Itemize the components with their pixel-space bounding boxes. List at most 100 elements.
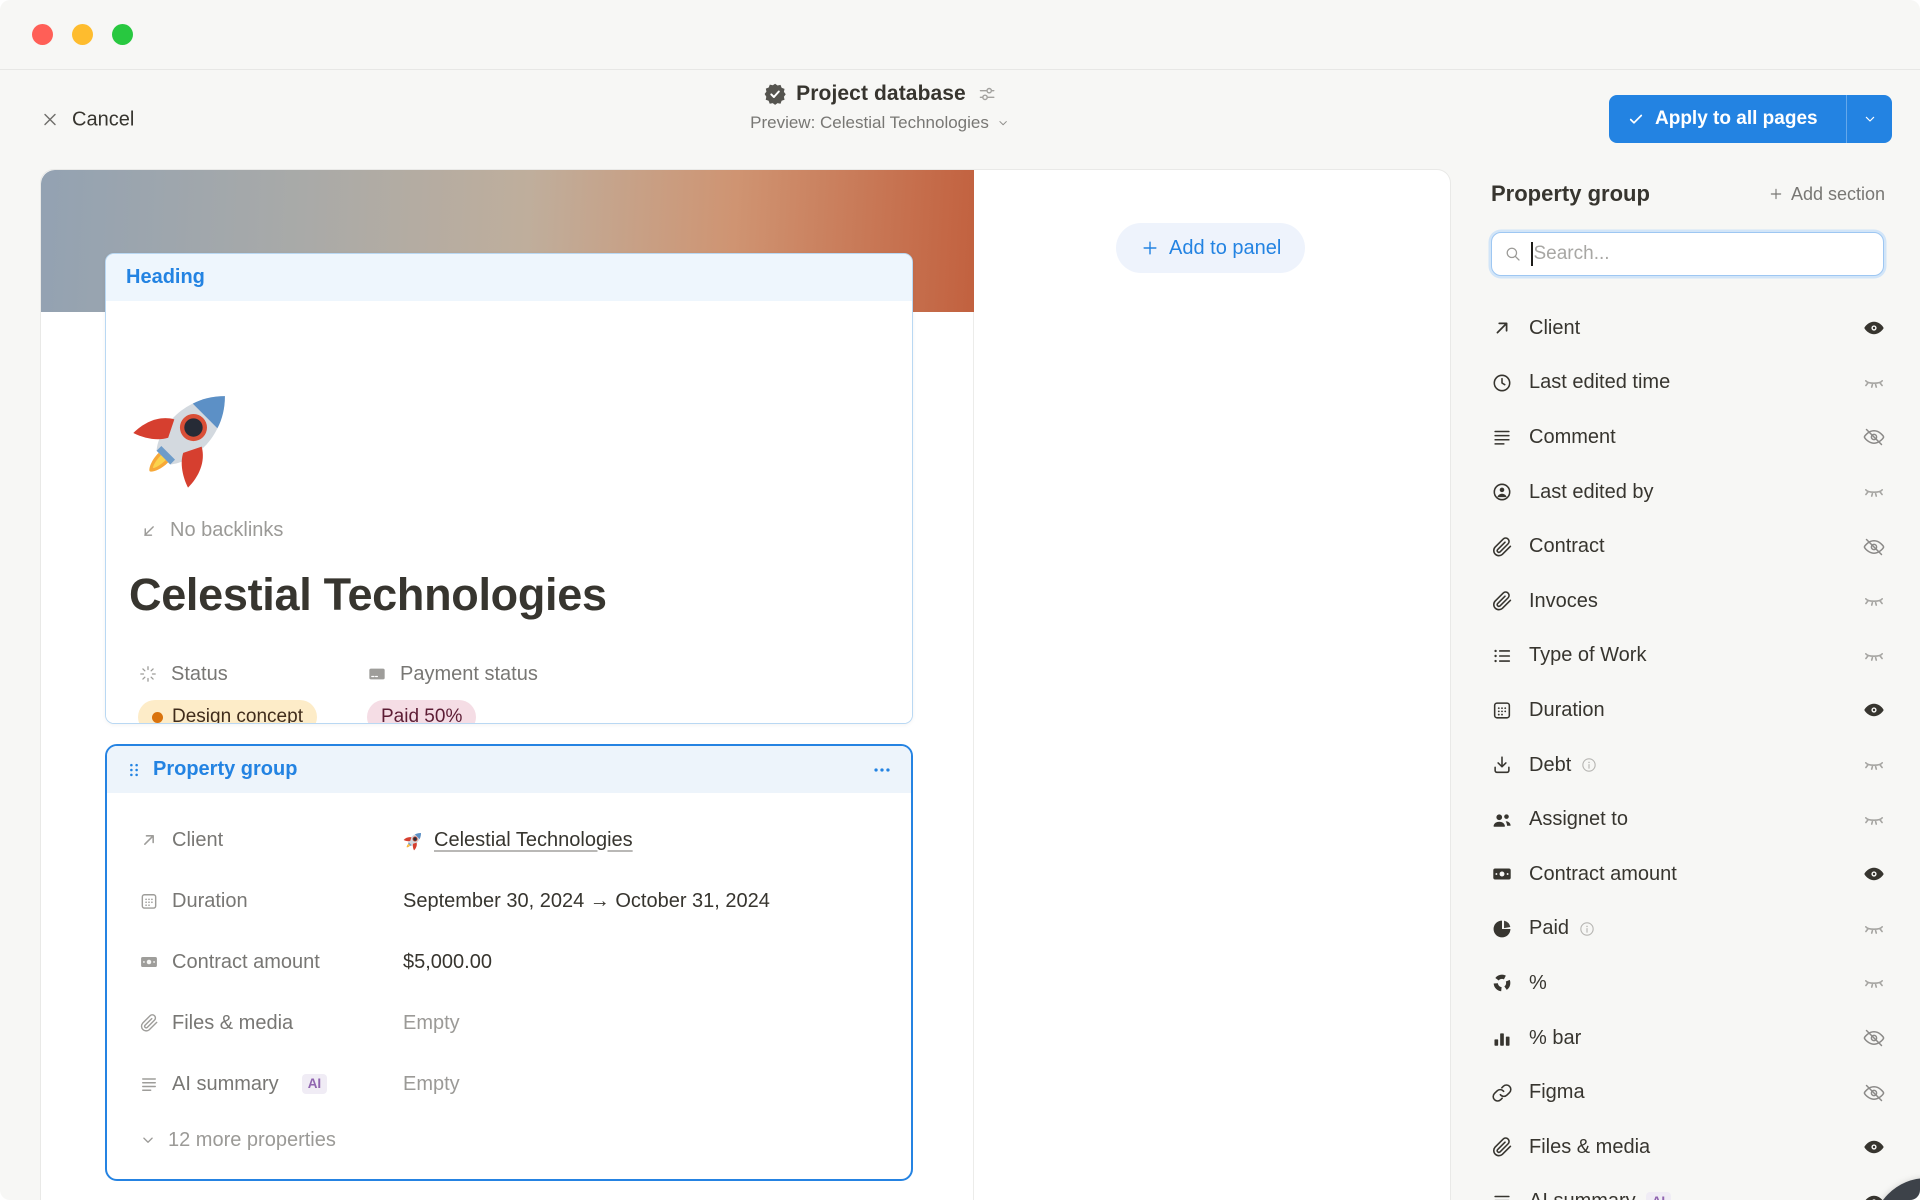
heading-property: Payment statusPaid 50% [367,661,538,724]
status-badge: Design concept [138,700,317,724]
property-value: September 30, 2024 → October 31, 2024 [403,890,770,913]
more-options-icon[interactable] [871,759,893,781]
sidebar-property-row[interactable]: AI summaryAI [1491,1175,1886,1200]
visibility-toggle-visible[interactable] [1862,698,1886,722]
sidebar-property-row[interactable]: Paid [1491,902,1886,957]
traffic-light-close[interactable] [32,24,53,45]
sidebar-property-label: Contract [1529,535,1605,558]
property-group-label: Property group [153,758,297,781]
visibility-toggle-hidden[interactable] [1862,371,1886,395]
people-icon [1491,809,1513,831]
sidebar-property-label: Client [1529,317,1580,340]
backlinks-indicator[interactable]: No backlinks [139,519,283,542]
sidebar-property-row[interactable]: Comment [1491,410,1886,465]
sidebar-property-row[interactable]: Client [1491,301,1886,356]
plus-icon [1140,238,1160,258]
chevron-down-icon [139,1131,157,1149]
link-icon [1491,1082,1513,1104]
sidebar-title: Property group [1491,181,1650,207]
add-section-button[interactable]: Add section [1768,184,1885,205]
arrow-up-right-icon [139,830,159,850]
preview-page-selector[interactable]: Preview: Celestial Technologies [750,113,1010,133]
arrow-up-right-icon [1491,317,1513,339]
sidebar-property-row[interactable]: Duration [1491,683,1886,738]
property-value: Empty [403,1073,460,1096]
sidebar-property-row[interactable]: Invoces [1491,574,1886,629]
credit-card-icon [367,664,387,684]
window-titlebar [0,0,1920,70]
arrow-down-left-icon [139,521,159,541]
verified-badge-icon [763,82,787,106]
heading-block-label: Heading [126,266,205,289]
visibility-toggle-hidden[interactable] [1862,971,1886,995]
heading-section-block[interactable]: Heading No backlinks Celestial Technolog… [105,253,913,724]
traffic-light-zoom[interactable] [112,24,133,45]
property-label: Payment status [400,663,538,686]
property-row: ClientCelestial Technologies [139,815,879,865]
preview-label: Preview: Celestial Technologies [750,113,989,133]
sidebar-property-label: AI summary [1529,1190,1636,1200]
clock-icon [1491,372,1513,394]
visibility-toggle-visible[interactable] [1862,1135,1886,1159]
visibility-toggle-hidden[interactable] [1862,917,1886,941]
sidebar-property-row[interactable]: Files & media [1491,1120,1886,1175]
cancel-label: Cancel [72,108,134,131]
bar-chart-icon [1491,1027,1513,1049]
close-icon [40,110,60,130]
add-to-panel-button[interactable]: Add to panel [1116,223,1305,273]
property-search [1491,232,1884,276]
sliders-icon[interactable] [977,84,997,104]
cancel-button[interactable]: Cancel [40,108,134,131]
property-group-label-bar: Property group [107,746,911,793]
sidebar-property-row[interactable]: % [1491,956,1886,1011]
visibility-toggle-hidden[interactable] [1862,425,1886,449]
text-lines-icon [1491,426,1513,448]
search-input[interactable] [1534,243,1872,265]
sidebar-property-row[interactable]: Contract [1491,519,1886,574]
editor-canvas: Heading No backlinks Celestial Technolog… [40,169,1451,1200]
sidebar-property-label: Contract amount [1529,863,1677,886]
sidebar-property-label: Invoces [1529,590,1598,613]
drag-handle-icon[interactable] [125,761,143,779]
property-row: DurationSeptember 30, 2024 → October 31,… [139,876,879,926]
bulleted-list-icon [1491,645,1513,667]
visibility-toggle-visible[interactable] [1862,1190,1886,1200]
visibility-toggle-hidden[interactable] [1862,589,1886,613]
info-icon [1580,756,1598,774]
property-row: Contract amount$5,000.00 [139,937,879,987]
sidebar-property-row[interactable]: Last edited by [1491,465,1886,520]
paperclip-icon [139,1013,159,1033]
sidebar-property-row[interactable]: Last edited time [1491,356,1886,411]
sidebar-property-row[interactable]: Figma [1491,1065,1886,1120]
property-group-block[interactable]: Property group ClientCelestial Technolog… [105,744,913,1181]
traffic-light-minimize[interactable] [72,24,93,45]
more-properties-toggle[interactable]: 12 more properties [139,1120,911,1160]
paperclip-icon [1491,1136,1513,1158]
download-icon [1491,754,1513,776]
heading-block-content: No backlinks Celestial Technologies Stat… [106,301,912,724]
ai-badge: AI [302,1074,328,1094]
visibility-toggle-visible[interactable] [1862,862,1886,886]
properties-sidebar: Property group Add section Client Last ed… [1451,70,1920,1200]
visibility-toggle-hidden[interactable] [1862,644,1886,668]
sidebar-property-row[interactable]: Type of Work [1491,629,1886,684]
rocket-page-icon[interactable] [130,375,246,491]
visibility-toggle-hidden[interactable] [1862,753,1886,777]
visibility-toggle-hidden[interactable] [1862,1081,1886,1105]
heading-property: StatusDesign concept [138,661,367,724]
visibility-toggle-hidden[interactable] [1862,480,1886,504]
visibility-toggle-hidden[interactable] [1862,808,1886,832]
visibility-toggle-hidden[interactable] [1862,535,1886,559]
sidebar-property-row[interactable]: Contract amount [1491,847,1886,902]
property-list: Client Last edited timeCommentLast edited… [1491,301,1886,1200]
paperclip-icon [1491,590,1513,612]
property-value: Empty [403,1012,460,1035]
sidebar-property-row[interactable]: Debt [1491,738,1886,793]
visibility-toggle-hidden[interactable] [1862,1026,1886,1050]
visibility-toggle-visible[interactable] [1862,316,1886,340]
sidebar-property-row[interactable]: Assignet to [1491,792,1886,847]
relation-link[interactable]: Celestial Technologies [403,829,633,852]
property-label: AI summary [172,1073,279,1096]
plus-icon [1768,186,1784,202]
sidebar-property-row[interactable]: % bar [1491,1011,1886,1066]
